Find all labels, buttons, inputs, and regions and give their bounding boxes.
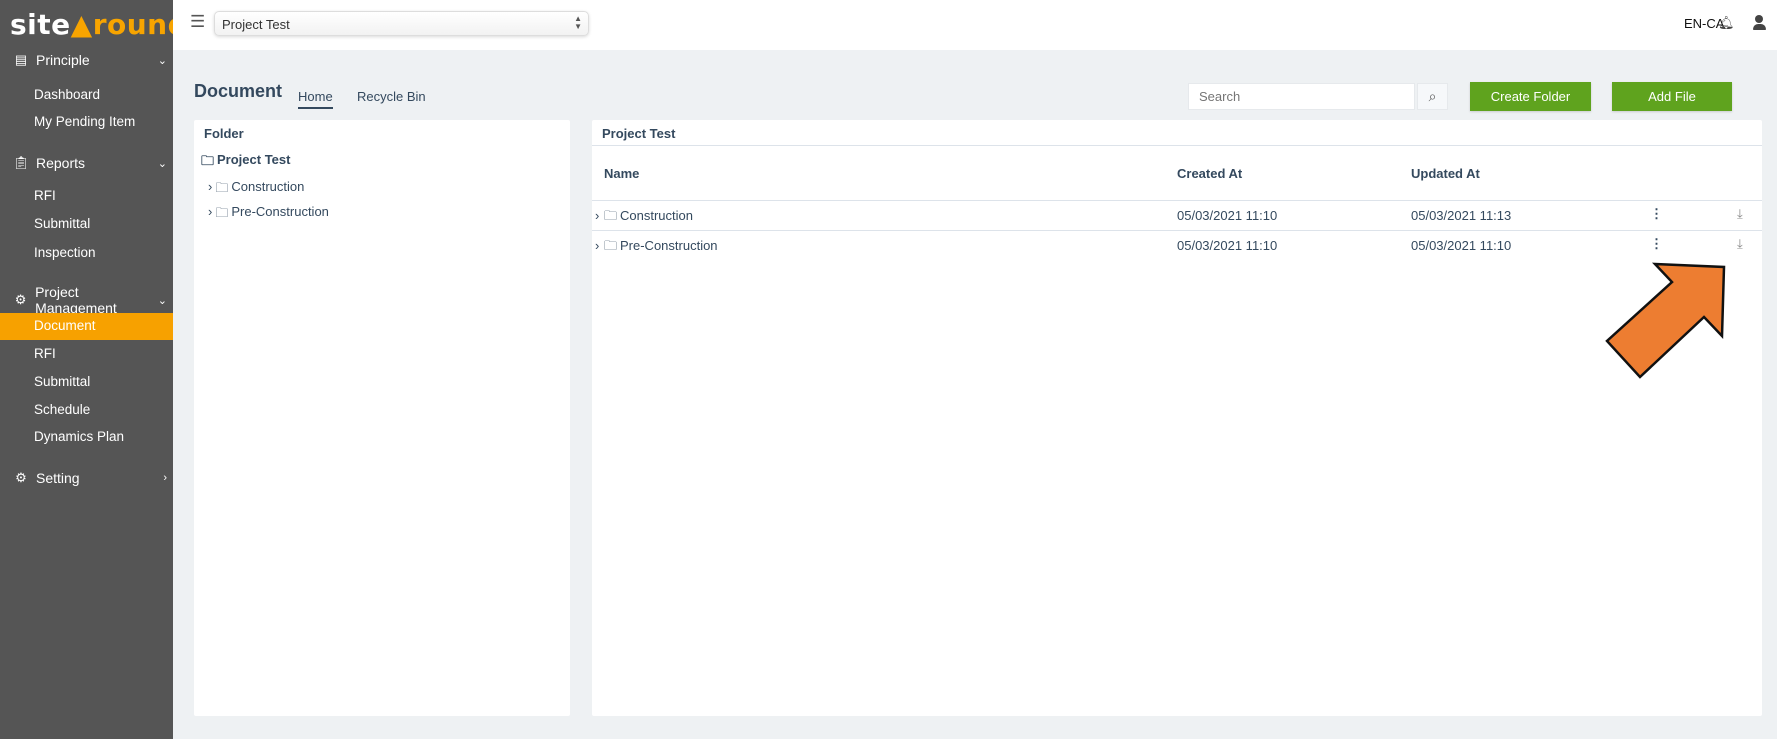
chevron-down-icon: ⌄ xyxy=(158,54,167,67)
more-options-icon[interactable]: ⋮ xyxy=(1650,236,1663,252)
chevron-down-icon: ⌄ xyxy=(158,157,167,170)
sidebar-item-dynamics-plan[interactable]: Dynamics Plan xyxy=(0,424,173,450)
folder-icon: 🗀 xyxy=(604,207,617,229)
page-title: Document xyxy=(194,81,282,102)
tab-recycle-bin[interactable]: Recycle Bin xyxy=(357,89,426,104)
user-icon[interactable] xyxy=(1752,15,1766,31)
folder-icon: 🗀 xyxy=(201,152,214,174)
row-created-at: 05/03/2021 11:10 xyxy=(1177,238,1277,253)
download-icon[interactable]: ⤓ xyxy=(1737,236,1743,252)
chevron-right-icon[interactable]: › xyxy=(595,238,599,253)
folder-icon: 🗀 xyxy=(604,237,617,259)
chevron-right-icon: › xyxy=(208,204,212,226)
sidebar-group-project-management[interactable]: ⚙Project Management⌄ xyxy=(12,284,167,316)
chevron-right-icon: › xyxy=(163,472,167,484)
row-name[interactable]: Construction xyxy=(620,208,693,223)
download-icon[interactable]: ⤓ xyxy=(1737,206,1743,222)
sidebar-item-pm-submittal[interactable]: Submittal xyxy=(0,369,173,395)
chevron-down-icon: ⌄ xyxy=(158,294,167,307)
search-input[interactable] xyxy=(1188,83,1415,110)
gear-icon: ⚙ xyxy=(12,470,30,486)
sidebar-group-setting[interactable]: ⚙Setting› xyxy=(12,470,167,486)
more-options-icon[interactable]: ⋮ xyxy=(1650,206,1663,222)
gears-icon: ⚙ xyxy=(12,292,29,308)
sidebar: site▲round ▤Principle⌄ Dashboard My Pend… xyxy=(0,0,173,739)
sidebar-item-pm-rfi[interactable]: RFI xyxy=(0,341,173,367)
row-updated-at: 05/03/2021 11:13 xyxy=(1411,208,1511,223)
table-title: Project Test xyxy=(602,126,675,141)
sidebar-item-reports-rfi[interactable]: RFI xyxy=(0,183,173,209)
logo-arrow-icon: ▲ xyxy=(71,8,93,41)
chevron-right-icon[interactable]: › xyxy=(595,208,599,223)
column-header-name[interactable]: Name xyxy=(604,166,639,181)
folder-icon: 🗀 xyxy=(215,204,228,226)
sidebar-item-document[interactable]: Document xyxy=(0,313,173,340)
bell-icon[interactable]: 🔔︎ xyxy=(1718,15,1735,31)
row-created-at: 05/03/2021 11:10 xyxy=(1177,208,1277,223)
logo[interactable]: site▲round xyxy=(10,8,188,41)
sidebar-group-reports[interactable]: 📋︎Reports⌄ xyxy=(12,155,167,171)
table-row[interactable]: › 🗀 Pre-Construction 05/03/2021 11:10 05… xyxy=(592,231,1762,260)
sidebar-item-dashboard[interactable]: Dashboard xyxy=(0,82,173,108)
sidebar-group-principle[interactable]: ▤Principle⌄ xyxy=(12,52,167,68)
row-updated-at: 05/03/2021 11:10 xyxy=(1411,238,1511,253)
table-row[interactable]: › 🗀 Construction 05/03/2021 11:10 05/03/… xyxy=(592,201,1762,230)
chevron-right-icon: › xyxy=(208,179,212,201)
folder-icon: 🗀 xyxy=(215,179,228,201)
clipboard-icon: 📋︎ xyxy=(12,155,30,171)
column-header-created-at[interactable]: Created At xyxy=(1177,166,1242,181)
search-button[interactable]: ⌕ xyxy=(1417,83,1448,110)
column-header-updated-at[interactable]: Updated At xyxy=(1411,166,1480,181)
tree-item[interactable]: ›🗀Pre-Construction xyxy=(208,204,329,226)
project-select[interactable]: Project Test▲▼ xyxy=(214,11,589,36)
search-icon: ⌕ xyxy=(1429,88,1437,104)
folder-panel-title: Folder xyxy=(204,126,244,141)
tab-home[interactable]: Home xyxy=(298,89,333,109)
sidebar-item-reports-submittal[interactable]: Submittal xyxy=(0,211,173,237)
sidebar-item-schedule[interactable]: Schedule xyxy=(0,397,173,423)
hamburger-menu-icon[interactable]: ☰ xyxy=(190,12,205,32)
row-name[interactable]: Pre-Construction xyxy=(620,238,718,253)
add-file-button[interactable]: Add File xyxy=(1612,82,1732,111)
sidebar-item-inspection[interactable]: Inspection xyxy=(0,240,173,266)
id-card-icon: ▤ xyxy=(12,52,30,68)
create-folder-button[interactable]: Create Folder xyxy=(1470,82,1591,111)
sidebar-item-my-pending-item[interactable]: My Pending Item xyxy=(0,109,173,135)
tree-item[interactable]: ›🗀Construction xyxy=(208,179,304,201)
folder-panel: Folder 🗀Project Test ›🗀Construction ›🗀Pr… xyxy=(194,120,570,716)
select-arrows-icon: ▲▼ xyxy=(574,15,582,31)
tree-root[interactable]: 🗀Project Test xyxy=(201,152,290,174)
file-table-panel: Project Test Name Created At Updated At … xyxy=(592,120,1762,716)
